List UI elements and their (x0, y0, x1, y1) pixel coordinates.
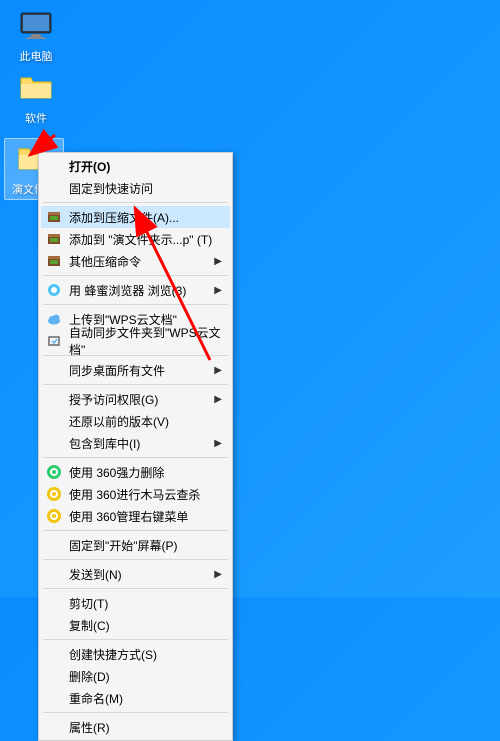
menu-item-label: 使用 360进行木马云查杀 (69, 486, 200, 503)
menu-item[interactable]: 还原以前的版本(V) (41, 410, 230, 432)
winrar-icon (46, 253, 62, 269)
menu-item[interactable]: 其他压缩命令 ▶ (41, 250, 230, 272)
menu-item-label: 属性(R) (69, 719, 110, 736)
winrar-icon (46, 231, 62, 247)
menu-item-label: 添加到压缩文件(A)... (69, 209, 179, 226)
menu-item-label: 同步桌面所有文件 (69, 362, 165, 379)
menu-item[interactable]: 添加到压缩文件(A)... (41, 206, 230, 228)
menu-separator (43, 457, 228, 458)
chevron-right-icon: ▶ (214, 569, 222, 580)
desktop-icon-label: 软件 (25, 110, 47, 126)
menu-separator (43, 712, 228, 713)
menu-separator (43, 530, 228, 531)
menu-item[interactable]: 同步桌面所有文件 ▶ (41, 359, 230, 381)
menu-item[interactable]: 授予访问权限(G) ▶ (41, 388, 230, 410)
context-menu: 打开(O) 固定到快速访问添加到压缩文件(A)... 添加到 "演文件夹示...p"… (38, 152, 233, 741)
menu-item[interactable]: 固定到"开始"屏幕(P) (41, 534, 230, 556)
desktop-icon-software[interactable]: 软件 (6, 70, 66, 126)
menu-item-label: 用 蜂蜜浏览器 浏览(3) (69, 282, 186, 299)
menu-item[interactable]: 包含到库中(I) ▶ (41, 432, 230, 454)
menu-item[interactable]: 用 蜂蜜浏览器 浏览(3) ▶ (41, 279, 230, 301)
menu-item[interactable]: 自动同步文件夹到"WPS云文档" (41, 330, 230, 352)
menu-item[interactable]: 属性(R) (41, 716, 230, 738)
winrar-icon (46, 209, 62, 225)
menu-item-label: 发送到(N) (69, 566, 122, 583)
menu-item-label: 授予访问权限(G) (69, 391, 158, 408)
menu-item[interactable]: 添加到 "演文件夹示...p" (T) (41, 228, 230, 250)
menu-item[interactable]: 删除(D) (41, 665, 230, 687)
menu-item-label: 固定到快速访问 (69, 180, 153, 197)
menu-separator (43, 304, 228, 305)
menu-item-label: 复制(C) (69, 617, 110, 634)
computer-icon (18, 8, 54, 44)
menu-item[interactable]: 固定到快速访问 (41, 177, 230, 199)
cloud-icon (46, 311, 62, 327)
menu-item-label: 打开(O) (69, 158, 110, 175)
chevron-right-icon: ▶ (214, 365, 222, 376)
menu-item[interactable]: 发送到(N) ▶ (41, 563, 230, 585)
360-icon (46, 464, 62, 480)
menu-separator (43, 202, 228, 203)
desktop-icon-computer[interactable]: 此电脑 (6, 8, 66, 64)
chevron-right-icon: ▶ (214, 394, 222, 405)
menu-item[interactable]: 使用 360进行木马云查杀 (41, 483, 230, 505)
menu-item[interactable]: 剪切(T) (41, 592, 230, 614)
menu-separator (43, 275, 228, 276)
360y-icon (46, 508, 62, 524)
browser-icon (46, 282, 62, 298)
menu-item[interactable]: 创建快捷方式(S) (41, 643, 230, 665)
menu-item-label: 自动同步文件夹到"WPS云文档" (69, 324, 222, 358)
chevron-right-icon: ▶ (214, 285, 222, 296)
menu-item-label: 使用 360强力删除 (69, 464, 164, 481)
menu-separator (43, 639, 228, 640)
folder-icon (18, 70, 54, 106)
chevron-right-icon: ▶ (214, 438, 222, 449)
menu-item[interactable]: 打开(O) (41, 155, 230, 177)
menu-item-label: 删除(D) (69, 668, 110, 685)
menu-item-label: 包含到库中(I) (69, 435, 140, 452)
360y-icon (46, 486, 62, 502)
menu-separator (43, 559, 228, 560)
menu-item[interactable]: 使用 360管理右键菜单 (41, 505, 230, 527)
menu-item-label: 剪切(T) (69, 595, 108, 612)
desktop-icon-label: 此电脑 (20, 48, 53, 64)
menu-separator (43, 588, 228, 589)
menu-item-label: 其他压缩命令 (69, 253, 141, 270)
sync-icon (46, 333, 62, 349)
menu-separator (43, 384, 228, 385)
menu-item[interactable]: 使用 360强力删除 (41, 461, 230, 483)
menu-item-label: 添加到 "演文件夹示...p" (T) (69, 231, 212, 248)
menu-item-label: 还原以前的版本(V) (69, 413, 169, 430)
menu-item[interactable]: 复制(C) (41, 614, 230, 636)
menu-item-label: 使用 360管理右键菜单 (69, 508, 188, 525)
chevron-right-icon: ▶ (214, 256, 222, 267)
menu-item-label: 创建快捷方式(S) (69, 646, 157, 663)
menu-item-label: 固定到"开始"屏幕(P) (69, 537, 178, 554)
menu-item[interactable]: 重命名(M) (41, 687, 230, 709)
menu-item-label: 重命名(M) (69, 690, 123, 707)
